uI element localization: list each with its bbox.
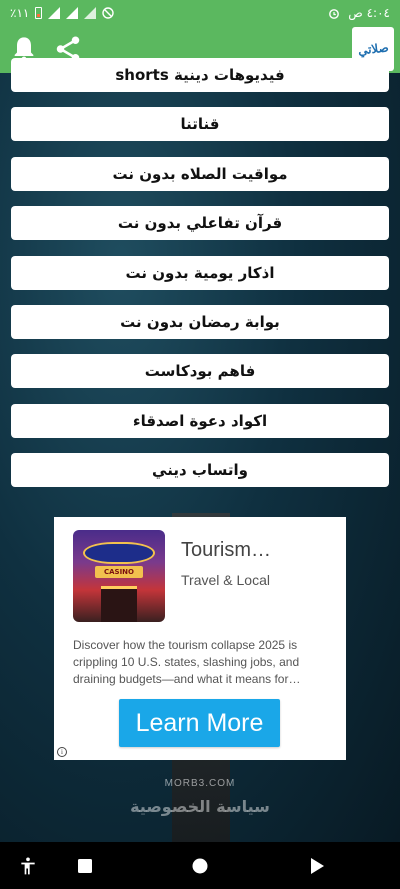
menu-item-button[interactable]: قرآن تفاعلي بدون نت <box>11 206 389 240</box>
learn-more-button[interactable]: Learn More <box>119 699 280 747</box>
home-button[interactable] <box>188 854 212 878</box>
footer-url: MORB3.COM <box>164 778 236 789</box>
menu-item-button[interactable]: اذكار يومية بدون نت <box>11 256 389 290</box>
ad-title[interactable]: Tourism… <box>181 539 271 562</box>
menu-item-button[interactable]: فاهم بودكاست <box>11 354 389 388</box>
app-logo-text: صلاتي <box>356 40 389 58</box>
ad-subtitle: Travel & Local <box>181 572 270 588</box>
ad-info-icon[interactable]: i <box>57 747 67 757</box>
menu-item-button[interactable]: بوابة رمضان بدون نت <box>11 305 389 339</box>
menu-item-button[interactable]: فيديوهات دينية shorts <box>11 58 389 92</box>
status-bar: ٪١١ ٤:٠٤ ص <box>0 0 400 25</box>
back-button[interactable] <box>305 854 329 878</box>
status-time: ٤:٠٤ ص <box>348 5 390 20</box>
home-icon <box>192 858 208 874</box>
back-icon <box>311 858 324 874</box>
alarm-icon <box>329 8 340 19</box>
accessibility-button[interactable] <box>16 854 40 878</box>
menu-item-button[interactable]: قناتنا <box>11 107 389 141</box>
status-left: ٪١١ <box>10 5 115 20</box>
do-not-disturb-icon <box>102 6 115 19</box>
recents-button[interactable] <box>73 854 97 878</box>
signal-icon-2 <box>66 6 79 19</box>
status-right: ٤:٠٤ ص <box>328 6 390 20</box>
accessibility-icon <box>21 857 35 875</box>
ad-card[interactable]: CASINO Tourism… Travel & Local Discover … <box>54 517 346 760</box>
ad-image-casino-label: CASINO <box>95 566 143 578</box>
footer-privacy-text: سياسة الخصوصية <box>130 797 270 816</box>
menu-item-button[interactable]: مواقيت الصلاه بدون نت <box>11 157 389 191</box>
signal-icon <box>48 6 61 19</box>
battery-icon <box>35 6 43 19</box>
ad-description: Discover how the tourism collapse 2025 i… <box>73 638 301 686</box>
menu-item-button[interactable]: اكواد دعوة اصدقاء <box>11 404 389 438</box>
ad-image-door <box>101 586 137 622</box>
system-navigation-bar <box>0 842 400 889</box>
menu-item-button[interactable]: واتساب ديني <box>11 453 389 487</box>
recents-icon <box>78 859 92 873</box>
battery-percent: ٪١١ <box>10 5 30 20</box>
ad-image-sign <box>83 542 155 564</box>
ad-image[interactable]: CASINO <box>73 530 165 622</box>
signal-icon-3 <box>84 6 97 19</box>
